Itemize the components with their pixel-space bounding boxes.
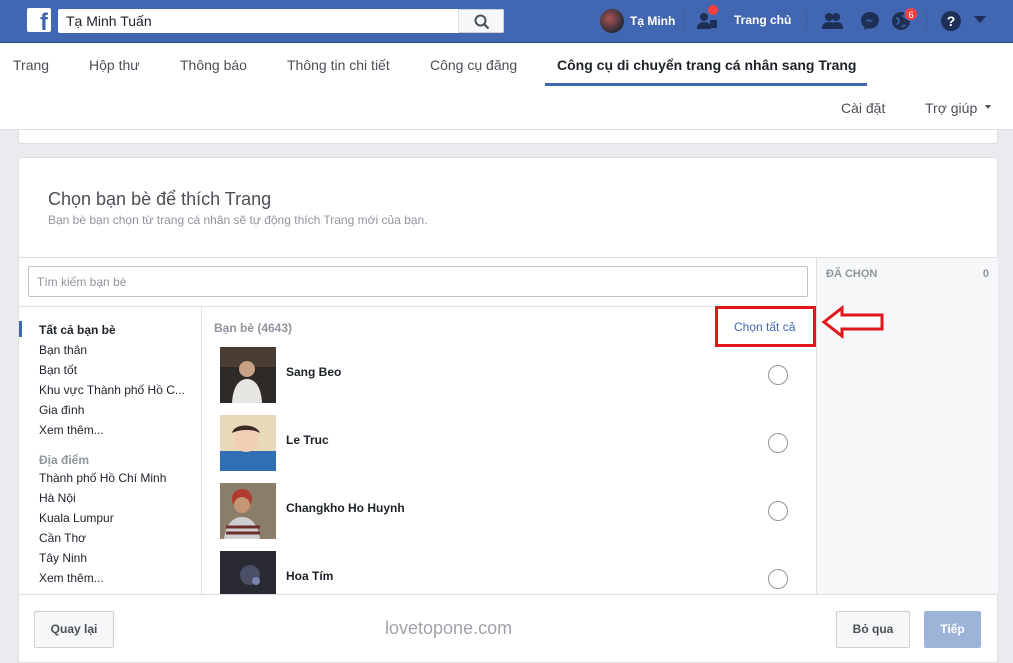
divider [684,12,685,30]
facebook-logo-icon[interactable]: f [27,8,51,32]
location-hanoi[interactable]: Hà Nội [39,491,76,505]
friend-picker: Tìm kiếm bạn bè Tất cả bạn bè Bạn thân B… [19,258,816,594]
back-button[interactable]: Quay lại [34,611,114,648]
tab-inbox[interactable]: Hộp thư [89,57,140,73]
dialog-subtitle: Bạn bè bạn chọn từ trang cá nhân sẽ tự đ… [48,213,428,227]
top-bar: f Tạ Minh Tuấn Tạ Minh Trang chủ 6 ? [0,0,1013,43]
select-friends-dialog: Chọn bạn bè để thích Trang Bạn bè bạn ch… [18,157,998,663]
friends-icon[interactable] [821,10,843,32]
watermark: lovetopone.com [385,618,513,638]
select-radio[interactable] [768,569,788,589]
svg-text:?: ? [947,13,956,29]
settings-link[interactable]: Cài đặt [841,100,885,116]
friend-count-heading: Bạn bè (4643) [214,321,293,335]
profile-name: Tạ Minh [630,14,676,28]
location-hcmc[interactable]: Thành phố Hồ Chí Minh [39,471,166,485]
category-good-friends[interactable]: Bạn tốt [39,363,77,377]
category-hcmc-area[interactable]: Khu vực Thành phố Hồ C... [39,383,185,397]
highlight-box [715,306,816,347]
list-item[interactable]: Hoa Tím [220,551,816,594]
friend-name: Hoa Tím [286,569,334,583]
category-family[interactable]: Gia đình [39,403,84,417]
next-button[interactable]: Tiếp [924,611,981,648]
search-input[interactable]: Tạ Minh Tuấn [66,13,152,29]
friend-list: Bạn bè (4643) Chọn tất cả Sang Beo Le Tr… [202,307,816,594]
divider [19,594,998,595]
friend-photo [220,551,276,594]
chevron-down-icon[interactable] [973,15,987,25]
active-category-indicator [19,321,22,337]
avatar [600,9,624,33]
tab-publishing-tools[interactable]: Công cụ đăng [430,57,517,73]
select-radio[interactable] [768,365,788,385]
tab-insights[interactable]: Thông tin chi tiết [287,57,390,73]
friend-name: Sang Beo [286,365,342,379]
page-nav: Trang Hộp thư Thông báo Thông tin chi ti… [0,43,1013,130]
select-radio[interactable] [768,501,788,521]
home-link[interactable]: Trang chủ [734,13,791,27]
tab-notifications[interactable]: Thông báo [180,57,247,73]
messenger-icon[interactable] [859,10,881,32]
friend-name: Changkho Ho Huynh [286,501,405,515]
search-icon [474,14,490,30]
search-bar[interactable]: Tạ Minh Tuấn [58,9,504,33]
selected-count: 0 [982,268,989,280]
location-see-more[interactable]: Xem thêm... [39,571,104,585]
friend-search-placeholder: Tìm kiếm bạn bè [37,275,127,289]
category-list: Tất cả bạn bè Bạn thân Bạn tốt Khu vực T… [19,307,202,594]
list-item[interactable]: Changkho Ho Huynh [220,483,816,539]
location-kuala-lumpur[interactable]: Kuala Lumpur [39,511,114,525]
help-link[interactable]: Trợ giúp [925,100,977,116]
tab-profile-migration[interactable]: Công cụ di chuyển trang cá nhân sang Tra… [557,57,856,73]
friend-search-input[interactable]: Tìm kiếm bạn bè [28,266,808,297]
help-icon[interactable]: ? [940,10,962,32]
dialog-title: Chọn bạn bè để thích Trang [48,189,272,209]
friend-photo [220,347,276,403]
list-item[interactable]: Sang Beo [220,347,816,403]
location-heading: Địa điểm [39,453,90,467]
location-can-tho[interactable]: Cần Thơ [39,531,86,545]
list-item[interactable]: Le Truc [220,415,816,471]
help-chevron-icon[interactable] [985,105,991,110]
select-radio[interactable] [768,433,788,453]
friend-photo [220,415,276,471]
active-tab-indicator [545,83,867,86]
skip-button[interactable]: Bỏ qua [836,611,910,648]
friend-photo [220,483,276,539]
friend-name: Le Truc [286,433,329,447]
category-close-friends[interactable]: Bạn thân [39,343,87,357]
search-button[interactable] [458,9,504,33]
notification-badge: 6 [904,7,918,21]
category-all-friends[interactable]: Tất cả bạn bè [39,323,116,337]
selected-label: ĐÃ CHỌN [826,268,878,280]
location-tay-ninh[interactable]: Tây Ninh [39,551,87,565]
divider [926,12,927,30]
arrow-left-icon [821,304,884,340]
tab-page[interactable]: Trang [13,57,49,73]
notification-dot [708,5,718,15]
page-strip [18,130,998,144]
divider [806,12,807,30]
category-see-more[interactable]: Xem thêm... [39,423,104,437]
